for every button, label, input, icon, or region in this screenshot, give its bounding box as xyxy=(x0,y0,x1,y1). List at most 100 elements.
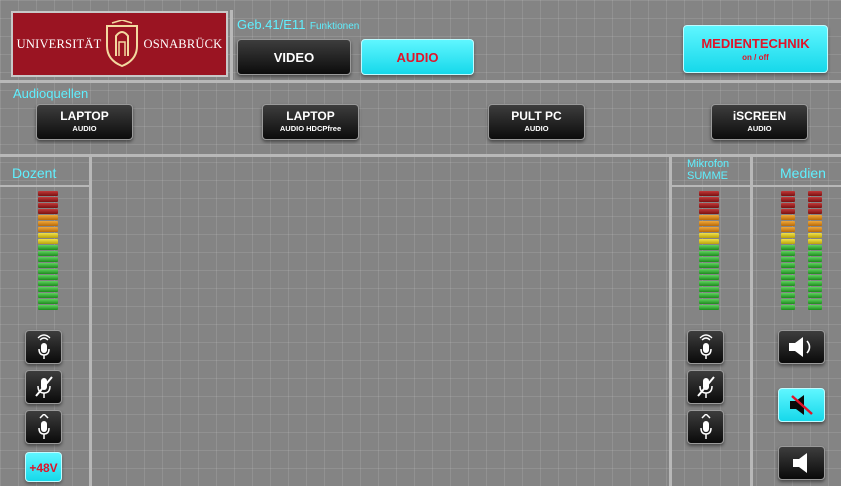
meter-segment xyxy=(781,305,795,310)
dozent-divider xyxy=(89,154,92,486)
logo-text-left: UNIVERSITÄT xyxy=(16,36,102,51)
meter-segment xyxy=(808,281,822,286)
meter-segment xyxy=(781,215,795,220)
meter-segment xyxy=(699,299,719,304)
source-laptop-button[interactable]: LAPTOP AUDIO xyxy=(36,104,133,140)
source-pult-pc-label: PULT PC xyxy=(511,109,562,123)
meter-segment xyxy=(808,251,822,256)
microphone-down-icon xyxy=(699,414,712,439)
volume-up-icon xyxy=(788,337,810,357)
meter-segment xyxy=(699,293,719,298)
medien-mute-button[interactable] xyxy=(778,388,825,422)
meter-segment xyxy=(781,191,795,196)
meter-segment xyxy=(699,269,719,274)
meter-segment xyxy=(699,227,719,232)
meter-segment xyxy=(781,227,795,232)
meter-segment xyxy=(808,287,822,292)
source-pult-pc-sub: AUDIO xyxy=(524,124,549,133)
dozent-title: Dozent xyxy=(12,165,57,181)
mikrofon-level-meter xyxy=(699,191,719,310)
mikrofon-title: Mikrofon SUMME xyxy=(687,158,729,182)
meter-segment xyxy=(38,203,58,208)
meter-segment xyxy=(38,191,58,196)
meter-segment xyxy=(781,281,795,286)
meter-segment xyxy=(781,203,795,208)
meter-segment xyxy=(808,269,822,274)
mikrofon-divider-left xyxy=(669,154,672,486)
mikrofon-title-line2: SUMME xyxy=(687,170,728,182)
meter-segment xyxy=(38,239,58,244)
tab-audio-label: AUDIO xyxy=(396,50,439,65)
meter-segment xyxy=(808,263,822,268)
meter-segment xyxy=(38,233,58,238)
mikrofon-mute-mic-button[interactable] xyxy=(687,370,724,404)
meter-segment xyxy=(38,281,58,286)
medien-level-meter-left xyxy=(781,191,795,310)
source-iscreen-label: iSCREEN xyxy=(732,109,787,123)
meter-segment xyxy=(808,191,822,196)
meter-segment xyxy=(38,227,58,232)
meter-segment xyxy=(38,221,58,226)
room-sub-label: Funktionen xyxy=(309,21,360,32)
meter-segment xyxy=(699,257,719,262)
meter-segment xyxy=(808,245,822,250)
meter-segment xyxy=(781,287,795,292)
microphone-wireless-icon xyxy=(699,334,712,359)
source-iscreen-button[interactable]: iSCREEN AUDIO xyxy=(711,104,808,140)
medientechnik-button[interactable]: MEDIENTECHNIK on / off xyxy=(683,25,828,73)
dozent-level-meter xyxy=(38,191,58,310)
meter-segment xyxy=(808,305,822,310)
meter-segment xyxy=(781,197,795,202)
microphone-down-icon xyxy=(37,414,50,439)
meter-segment xyxy=(699,239,719,244)
source-laptop-hdcpfree-button[interactable]: LAPTOP AUDIO HDCPfree xyxy=(262,104,359,140)
mikrofon-divider-right xyxy=(750,154,753,486)
meter-segment xyxy=(38,209,58,214)
meter-segment xyxy=(38,293,58,298)
dozent-mic-down-button[interactable] xyxy=(25,410,62,444)
meter-segment xyxy=(699,191,719,196)
source-laptop-sub: AUDIO xyxy=(72,124,97,133)
mikrofon-title-line1: Mikrofon xyxy=(687,158,730,170)
mikrofon-title-divider xyxy=(672,185,750,187)
microphone-wireless-icon xyxy=(37,334,50,359)
medien-volume-up-button[interactable] xyxy=(778,330,825,364)
medien-volume-down-button[interactable] xyxy=(778,446,825,480)
meter-segment xyxy=(808,239,822,244)
meter-segment xyxy=(781,293,795,298)
mikrofon-wireless-mic-button[interactable] xyxy=(687,330,724,364)
meter-segment xyxy=(699,215,719,220)
mikrofon-mic-down-button[interactable] xyxy=(687,410,724,444)
meter-segment xyxy=(38,275,58,280)
dozent-title-divider xyxy=(0,185,89,187)
phantom-power-button[interactable]: +48V xyxy=(25,452,62,482)
meter-segment xyxy=(808,275,822,280)
meter-segment xyxy=(808,227,822,232)
header-divider-vertical xyxy=(230,10,233,80)
header-divider xyxy=(0,80,841,83)
source-pult-pc-button[interactable]: PULT PC AUDIO xyxy=(488,104,585,140)
sources-divider xyxy=(0,154,841,157)
meter-segment xyxy=(699,233,719,238)
meter-segment xyxy=(781,263,795,268)
tab-video[interactable]: VIDEO xyxy=(237,39,351,75)
meter-segment xyxy=(781,275,795,280)
source-iscreen-sub: AUDIO xyxy=(747,124,772,133)
meter-segment xyxy=(808,257,822,262)
meter-segment xyxy=(781,251,795,256)
source-laptop-hdcpfree-label: LAPTOP xyxy=(286,109,335,123)
meter-segment xyxy=(699,287,719,292)
meter-segment xyxy=(699,197,719,202)
dozent-mute-mic-button[interactable] xyxy=(25,370,62,404)
source-laptop-hdcpfree-sub: AUDIO HDCPfree xyxy=(279,124,342,133)
meter-segment xyxy=(38,299,58,304)
meter-segment xyxy=(808,233,822,238)
dozent-wireless-mic-button[interactable] xyxy=(25,330,62,364)
meter-segment xyxy=(781,299,795,304)
university-crest-icon xyxy=(106,20,139,68)
meter-segment xyxy=(38,263,58,268)
meter-segment xyxy=(699,275,719,280)
meter-segment xyxy=(781,269,795,274)
meter-segment xyxy=(699,281,719,286)
tab-audio[interactable]: AUDIO xyxy=(361,39,474,75)
